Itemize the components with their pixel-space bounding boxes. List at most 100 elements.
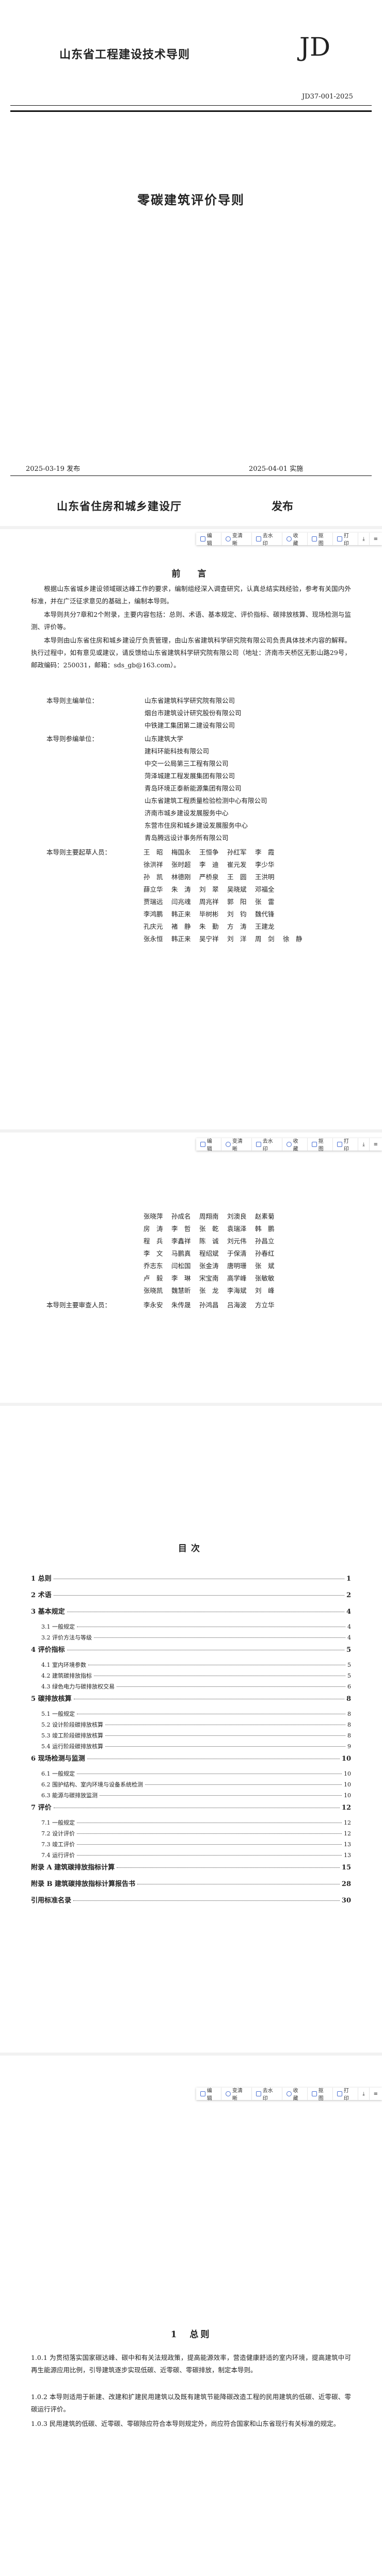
toc-entry[interactable]: 5.1 一般规定 8 xyxy=(41,1710,351,1721)
toc-entry[interactable]: 附录 B 建筑碳排放指标计算报告书 28 xyxy=(31,1878,351,1894)
preface-paragraph: 本导则共分7章和2个附录，主要内容包括：总则、术语、基本规定、评价指标、碳排放核… xyxy=(31,611,351,631)
toc-entry[interactable]: 4.2 建筑碳排放指标 5 xyxy=(41,1671,351,1683)
download-button[interactable]: ⤓ xyxy=(358,2088,370,2100)
drafter-name: 李 文 xyxy=(144,1250,163,1257)
drafter-row: 张晓萍 孙成名 周翔南 刘澳良 赵素菊 xyxy=(144,1211,365,1221)
toc-entry[interactable]: 6.2 围护结构、室内环境与设备系统检测 10 xyxy=(41,1780,351,1792)
toc-entry[interactable]: 4 评价指标 5 xyxy=(31,1644,351,1660)
drafter-name: 李 哲 xyxy=(171,1225,191,1233)
toc-entry[interactable]: 7 评价 12 xyxy=(31,1802,351,1817)
drafter-name: 韩 鹏 xyxy=(255,1225,275,1233)
toc-entry[interactable]: 5.2 设计阶段碳排放核算 8 xyxy=(41,1720,351,1732)
drafter-name: 李 迪 xyxy=(199,861,219,868)
toc-entry-page: 30 xyxy=(341,1897,351,1905)
reviewer-name: 方立华 xyxy=(255,1301,275,1309)
toc-entry[interactable]: 1 总则 1 xyxy=(31,1573,351,1588)
drafter-name: 薛立华 xyxy=(144,885,163,893)
drafter-name: 刘澳良 xyxy=(227,1212,247,1220)
toc-entry[interactable]: 4.3 绿色电力与碳排放权交易 6 xyxy=(41,1682,351,1694)
edit-button[interactable]: 编辑 xyxy=(196,2088,222,2102)
toc-entry[interactable]: 7.2 设计评价 12 xyxy=(41,1829,351,1841)
download-button[interactable]: ⤓ xyxy=(358,1138,370,1151)
toc-entry[interactable]: 2 术语 2 xyxy=(31,1589,351,1605)
bend-button[interactable]: 变清晰 xyxy=(221,2088,252,2102)
drafter-name: 王恒争 xyxy=(199,848,219,856)
more-button[interactable]: ≡ xyxy=(370,1138,382,1151)
toc-entry-page: 4 xyxy=(347,1634,351,1641)
toc-entry-page: 13 xyxy=(344,1852,351,1859)
document-title: 零碳建筑评价导则 xyxy=(137,193,245,207)
print-button[interactable]: 打印 xyxy=(333,2088,359,2102)
toc-entry-page: 8 xyxy=(347,1732,351,1739)
print-icon xyxy=(337,1142,342,1147)
favorite-button[interactable]: 收藏 xyxy=(282,533,308,547)
crop-icon xyxy=(311,2091,317,2096)
page-toolbar: 编辑 变清晰 去水印 收藏 抠图 打印 ⤓ ≡ xyxy=(196,2088,382,2102)
drafter-name: 孙红军 xyxy=(227,848,247,856)
download-icon: ⤓ xyxy=(362,1141,365,1147)
toc-entry[interactable]: 7.4 运行评价 13 xyxy=(41,1851,351,1862)
bend-button[interactable]: 变清晰 xyxy=(221,1138,252,1152)
toc-entry-label: 5 碳排放核算 xyxy=(31,1695,72,1703)
toc-entry-page: 15 xyxy=(341,1864,351,1872)
more-button[interactable]: ≡ xyxy=(370,533,382,545)
toc-entry[interactable]: 引用标准名录 30 xyxy=(31,1895,351,1910)
bend-button[interactable]: 变清晰 xyxy=(221,533,252,547)
more-icon: ≡ xyxy=(373,1141,378,1147)
more-button[interactable]: ≡ xyxy=(370,2088,382,2100)
toc-entry[interactable]: 6 现场检测与监测 10 xyxy=(31,1753,351,1768)
page-gap xyxy=(0,2053,382,2056)
toc-entry-label: 附录 B 建筑碳排放指标计算报告书 xyxy=(31,1880,136,1888)
org-name: 中交一公局第三工程有限公司 xyxy=(145,760,229,767)
toc-entry[interactable]: 3.1 一般规定 4 xyxy=(41,1622,351,1634)
toc-entry[interactable]: 3.2 评价方法与等级 4 xyxy=(41,1633,351,1645)
crop-button[interactable]: 抠图 xyxy=(308,533,333,547)
drafter-name: 魏慧昕 xyxy=(171,1287,191,1294)
toc-entry-label: 3.1 一般规定 xyxy=(41,1623,75,1630)
crop-button[interactable]: 抠图 xyxy=(308,1138,333,1152)
toc-entry-page: 28 xyxy=(341,1880,351,1888)
drafter-name: 梅国永 xyxy=(171,848,191,856)
drafter-name: 徐 静 xyxy=(283,935,303,943)
toc-entry-label: 6.2 围护结构、室内环境与设备系统检测 xyxy=(41,1781,143,1788)
toc-entry[interactable]: 5.4 运行阶段碳排放核算 9 xyxy=(41,1742,351,1753)
toc-entry-page: 12 xyxy=(344,1830,351,1837)
crop-button[interactable]: 抠图 xyxy=(308,2088,333,2102)
drafter-name: 乔志东 xyxy=(144,1262,163,1270)
toc-entry[interactable]: 4.1 室内环境参数 5 xyxy=(41,1661,351,1672)
drafter-name: 程 兵 xyxy=(144,1237,163,1245)
clause-1-0-3: 1.0.3 民用建筑的低碳、近零碳、零碳除应符合本导则规定外，尚应符合国家和山东… xyxy=(31,2420,340,2427)
print-button[interactable]: 打印 xyxy=(333,533,359,547)
drafter-name: 李少华 xyxy=(255,861,275,868)
drafter-name: 于保清 xyxy=(227,1250,247,1257)
download-button[interactable]: ⤓ xyxy=(358,533,370,545)
toc-entry[interactable]: 3 基本规定 4 xyxy=(31,1606,351,1621)
favorite-button[interactable]: 收藏 xyxy=(282,1138,308,1152)
watermark-button[interactable]: 去水印 xyxy=(252,1138,282,1152)
drafter-name: 魏代锋 xyxy=(255,910,275,918)
toc-leader-dots xyxy=(105,1735,345,1736)
toc-entry[interactable]: 6.3 能源与碳排放监测 10 xyxy=(41,1791,351,1802)
toc-entry-label: 4.2 建筑碳排放指标 xyxy=(41,1672,92,1679)
toc-entry[interactable]: 6.1 一般规定 10 xyxy=(41,1769,351,1781)
toc-entry[interactable]: 5.3 竣工阶段碳排放核算 8 xyxy=(41,1731,351,1743)
drafter-row: 贾瑞远 闫兆魂 周兆祥郭 阳张 雷 xyxy=(144,896,365,906)
edit-button[interactable]: 编辑 xyxy=(196,1138,222,1152)
toc-entry[interactable]: 附录 A 建筑碳排放指标计算 15 xyxy=(31,1862,351,1877)
print-button[interactable]: 打印 xyxy=(333,1138,359,1152)
reviewers-label: 本导则主要审查人员： xyxy=(46,1301,112,1309)
toc-entry-label: 5.4 运行阶段碳排放核算 xyxy=(41,1743,103,1750)
watermark-button[interactable]: 去水印 xyxy=(252,2088,282,2102)
reviewer-name: 孙鸿昌 xyxy=(199,1301,219,1309)
toc-entry[interactable]: 7.3 竣工评价 13 xyxy=(41,1840,351,1851)
toc-entry[interactable]: 7.1 一般规定 12 xyxy=(41,1818,351,1830)
crop-icon xyxy=(311,1142,317,1147)
toc-entry-label: 5.1 一般规定 xyxy=(41,1711,75,1717)
watermark-button[interactable]: 去水印 xyxy=(252,533,282,547)
drafter-name: 严桥泉 xyxy=(199,873,219,881)
edit-button[interactable]: 编辑 xyxy=(196,533,222,547)
toc-entry[interactable]: 5 碳排放核算 8 xyxy=(31,1693,351,1709)
favorite-button[interactable]: 收藏 xyxy=(282,2088,308,2102)
toc-entry-label: 6.3 能源与碳排放监测 xyxy=(41,1792,98,1799)
drafter-row: 房 涛李 哲张 乾袁瑞泽韩 鹏 xyxy=(144,1223,365,1233)
